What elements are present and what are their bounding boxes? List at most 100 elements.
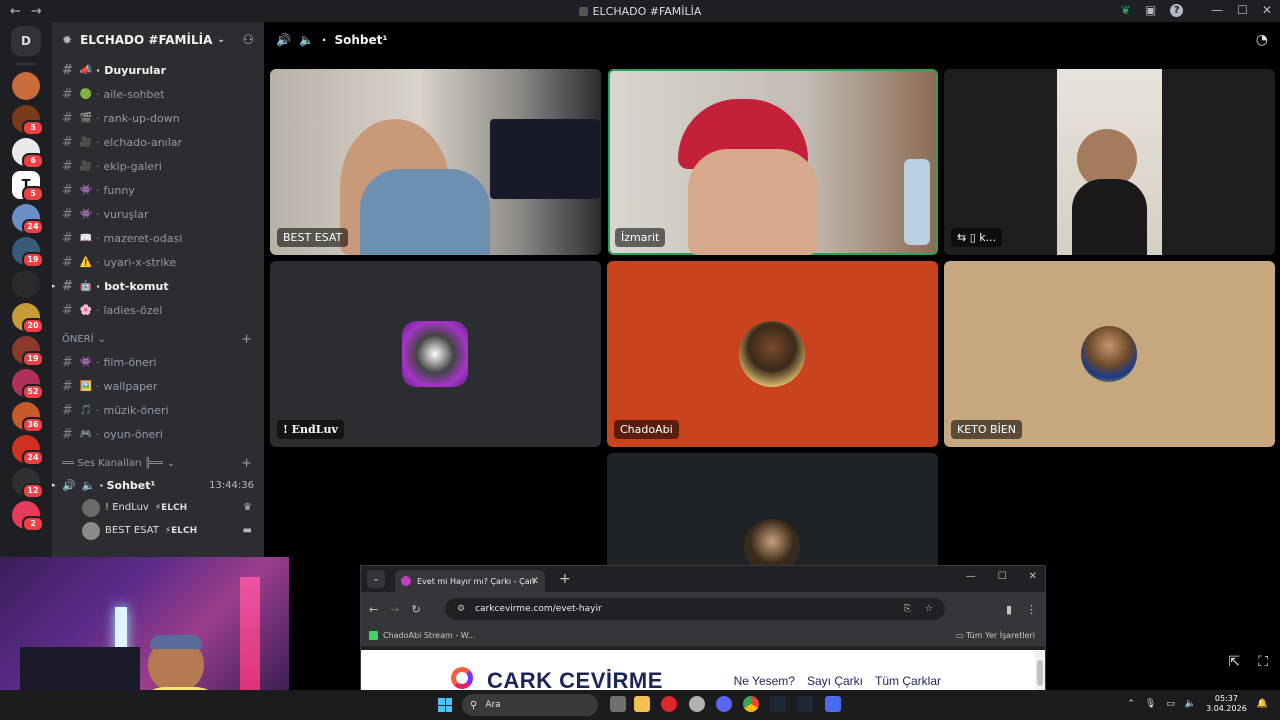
close-button[interactable]: ✕ — [1262, 3, 1272, 17]
server-icon[interactable]: 24 — [12, 204, 44, 235]
server-icon[interactable]: 24 — [12, 435, 44, 466]
server-icon[interactable]: 19 — [12, 237, 44, 268]
close-tab-icon[interactable]: ✕ — [531, 576, 539, 587]
invite-people-icon[interactable]: ⚇ — [242, 33, 254, 48]
site-nav-link[interactable]: Tüm Çarklar — [875, 674, 941, 688]
video-tile[interactable]: BEST ESAT — [270, 69, 601, 255]
channel-item[interactable]: # 🎬 · rank-up-down — [52, 106, 264, 130]
install-icon[interactable]: ⎘ — [904, 604, 911, 614]
windows-start-icon[interactable] — [438, 698, 452, 712]
channel-item[interactable]: # 🎥 · elchado-anılar — [52, 130, 264, 154]
minimize-button[interactable]: — — [966, 571, 976, 582]
menu-icon[interactable]: ⋮ — [1026, 603, 1037, 616]
site-info-icon[interactable]: ⚙ — [457, 604, 465, 614]
channel-item[interactable]: # 📣 · Duyurular — [52, 58, 264, 82]
channel-item[interactable]: # 📖 · mazeret-odasi — [52, 226, 264, 250]
channel-item[interactable]: # 🎮 · oyun-öneri — [52, 422, 264, 446]
server-icon[interactable] — [12, 270, 40, 298]
video-tile[interactable]: ⇆ ▯ k... — [944, 69, 1275, 255]
hash-icon: # — [62, 62, 73, 78]
maximize-button[interactable]: ☐ — [998, 571, 1007, 582]
channel-item[interactable]: # 👾 · funny — [52, 178, 264, 202]
discord-home-icon[interactable]: D — [11, 26, 41, 56]
back-arrow-icon[interactable]: ← — [10, 4, 21, 19]
hash-icon: # — [62, 110, 73, 126]
chevron-up-icon[interactable]: ⌃ — [1127, 699, 1135, 709]
notification-icon[interactable]: 🔔 — [1257, 699, 1268, 709]
close-button[interactable]: ✕ — [1029, 571, 1037, 582]
forward-arrow-icon[interactable]: → — [390, 603, 399, 616]
discord-taskbar-icon[interactable] — [716, 696, 732, 712]
server-icon[interactable]: 52 — [12, 369, 44, 400]
forward-arrow-icon[interactable]: → — [31, 4, 42, 19]
steam-icon[interactable] — [797, 696, 813, 712]
channel-item[interactable]: # 🎵 · müzik-öneri — [52, 398, 264, 422]
category-voice[interactable]: ══ Ses Kanalları ╠══ ⌄ + — [52, 452, 264, 474]
extension-icon[interactable]: ▮ — [1006, 603, 1012, 616]
site-nav-link[interactable]: Sayı Çarkı — [807, 674, 863, 688]
server-icon[interactable]: 36 — [12, 402, 44, 433]
avatar-tile[interactable]: ! EndLuv — [270, 261, 601, 447]
volume-icon[interactable]: 🔈 — [1185, 699, 1196, 709]
channel-item[interactable]: # 🟢 · aile-sohbet — [52, 82, 264, 106]
new-tab-icon[interactable]: + — [559, 571, 571, 587]
server-icon[interactable]: 6 — [12, 138, 44, 169]
avatar — [82, 521, 100, 540]
tab-search-icon[interactable]: ⌄ — [367, 570, 385, 588]
help-icon[interactable]: ? — [1170, 3, 1184, 17]
back-arrow-icon[interactable]: ← — [369, 603, 378, 616]
opera-icon[interactable] — [661, 696, 677, 712]
reload-icon[interactable]: ↻ — [411, 603, 420, 616]
avatar-tile[interactable] — [607, 453, 938, 573]
category-oneri[interactable]: ÖNERİ ⌄ + — [52, 328, 264, 350]
chat-bubble-icon[interactable]: ◔ — [1256, 32, 1268, 48]
add-channel-icon[interactable]: + — [241, 332, 252, 347]
minimize-button[interactable]: — — [1211, 3, 1223, 17]
leaf-icon[interactable]: ❦ — [1121, 3, 1131, 17]
network-icon[interactable]: ▭ — [1166, 699, 1175, 709]
bookmark-item[interactable]: ChadoAbi Stream - W... — [383, 631, 475, 640]
site-nav-link[interactable]: Ne Yesem? — [734, 674, 795, 688]
all-bookmarks[interactable]: ▭ Tüm Yer İşaretleri — [956, 631, 1035, 640]
search-placeholder: Ara — [485, 700, 501, 710]
voice-channel-sohbet[interactable]: ▸ 🔊 🔈 · Sohbet ¹ 13:44:36 — [52, 474, 264, 496]
channel-item[interactable]: # 🖼️ · wallpaper — [52, 374, 264, 398]
server-icon[interactable]: T5 — [12, 171, 44, 202]
server-icon[interactable] — [12, 72, 40, 100]
voice-user[interactable]: BEST ESAT ⚡ELCH ▬ — [52, 519, 264, 542]
add-channel-icon[interactable]: + — [241, 456, 252, 471]
server-icon[interactable]: 19 — [12, 336, 44, 367]
address-bar[interactable]: ⚙ carkcevirme.com/evet-hayir ⎘ ☆ — [445, 598, 945, 620]
scrollbar[interactable] — [1035, 650, 1045, 690]
server-icon[interactable]: 5 — [12, 105, 44, 136]
channel-item[interactable]: ▸ # 🤖 · bot-komut — [52, 274, 264, 298]
clock[interactable]: 05:37 3.04.2026 — [1206, 694, 1247, 714]
server-icon[interactable]: 2 — [12, 501, 44, 532]
channel-item[interactable]: # ⚠️ · uyari-x-strike — [52, 250, 264, 274]
channel-item[interactable]: # 👾 · film-öneri — [52, 350, 264, 374]
server-icon[interactable]: 20 — [12, 303, 44, 334]
app-icon[interactable] — [825, 696, 841, 712]
steam-icon[interactable] — [770, 696, 786, 712]
task-view-icon[interactable] — [610, 696, 626, 712]
file-explorer-icon[interactable] — [634, 696, 650, 712]
server-header[interactable]: ✹ ELCHADO #FAMİLİA ⌄ ⚇ — [52, 22, 264, 58]
channel-item[interactable]: # 👾 · vuruşlar — [52, 202, 264, 226]
channel-item[interactable]: # 🎥 · ekip-galeri — [52, 154, 264, 178]
microphone-icon[interactable]: 🎙 — [1145, 699, 1156, 709]
popout-icon[interactable]: ⇱ — [1228, 654, 1240, 670]
bookmark-star-icon[interactable]: ☆ — [925, 604, 933, 614]
taskbar-search[interactable]: ⚲ Ara — [462, 694, 598, 716]
voice-user[interactable]: ! EndLuv ⚡ELCH ♛ — [52, 496, 264, 519]
app-icon[interactable] — [689, 696, 705, 712]
inbox-icon[interactable]: ▣ — [1145, 3, 1156, 17]
maximize-button[interactable]: ☐ — [1237, 3, 1248, 17]
fullscreen-icon[interactable]: ⛶ — [1258, 654, 1268, 670]
avatar-tile[interactable]: ChadoAbi — [607, 261, 938, 447]
chrome-icon[interactable] — [743, 696, 759, 712]
channel-item[interactable]: # 🌸 · ladies-özel — [52, 298, 264, 322]
browser-tab-active[interactable]: Evet mi Hayır mı? Çarkı - Çark Çev... ✕ — [395, 570, 545, 592]
server-icon[interactable]: 12 — [12, 468, 44, 499]
avatar-tile[interactable]: KETO BİEN — [944, 261, 1275, 447]
video-tile-speaking[interactable]: İzmarit — [608, 69, 938, 255]
